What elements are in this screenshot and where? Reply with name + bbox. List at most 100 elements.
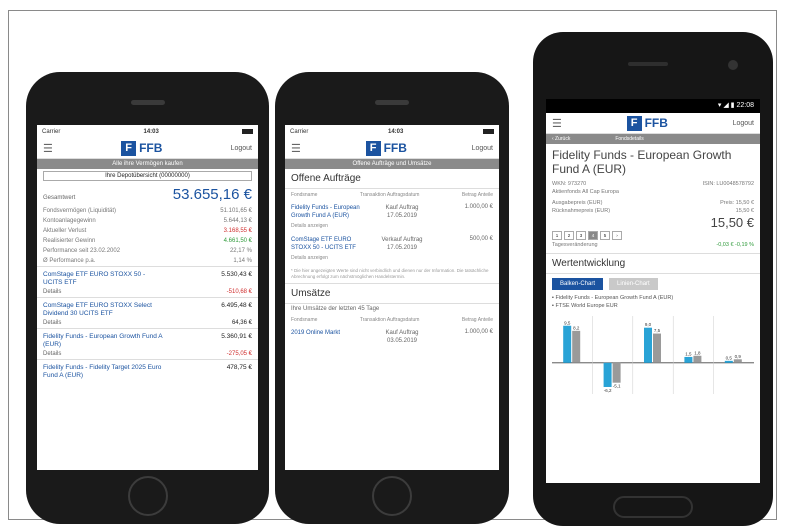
bar-fund[interactable] <box>563 325 572 363</box>
summary-value: 5.644,13 € <box>223 218 252 224</box>
open-orders-title: Offene Aufträge <box>285 169 499 189</box>
bar-fund[interactable] <box>724 360 733 363</box>
line-chart-button[interactable]: Linien-Chart <box>609 278 658 290</box>
bar-value-label: 0,9 <box>735 354 742 359</box>
app-bar: ☰ F FFB Logout <box>285 138 499 159</box>
fund-detail-row: Details -510,68 € <box>43 289 252 295</box>
page-button[interactable]: 4 <box>588 231 598 240</box>
sub-navigation: ‹ Zurück Fondsdetails <box>546 134 760 144</box>
turnover-subtitle: Ihre Umsätze der letzten 45 Tage <box>291 306 380 312</box>
summary-list: Fondsvermögen (Liquidität) 51.101,65 € Kon… <box>37 206 258 266</box>
fund-item[interactable]: Fidelity Funds - European Growth Fund A … <box>37 328 258 359</box>
summary-row: Realisierter Gewinn 4.661,50 € <box>37 236 258 246</box>
order-fund-name[interactable]: Fidelity Funds - European Growth Fund A … <box>291 204 361 220</box>
bar-index[interactable] <box>572 330 581 363</box>
fund-name[interactable]: Fidelity Funds - European Growth Fund A … <box>43 333 163 349</box>
order-date: 17.05.2019 <box>386 245 418 251</box>
total-value: 53.655,16 € <box>172 186 252 203</box>
pagination: 1 2 3 4 5 › <box>546 230 760 241</box>
daily-change-value: -0,03 € <box>716 242 734 248</box>
page-button[interactable]: 1 <box>552 231 562 240</box>
bar-chart-button[interactable]: Balken-Chart <box>552 278 604 290</box>
page-button[interactable]: 5 <box>600 231 610 240</box>
details-link[interactable]: Details <box>43 320 61 326</box>
order-amount: 500,00 € <box>469 236 493 242</box>
speaker <box>375 100 409 105</box>
order-transaction: Kauf Auftrag 17.05.2019 <box>372 204 432 220</box>
performance-bar-chart: 9,58,2 -6,2-5,1 9,07,5 1,5 1,8 0,5 0,9 <box>552 316 754 394</box>
home-button[interactable] <box>613 496 693 518</box>
bar-value-label: 1,8 <box>694 350 701 355</box>
summary-value: 3.168,55 € <box>223 228 252 234</box>
page-header: Alle ihre Vermögen kaufen <box>37 159 258 169</box>
bar-index[interactable] <box>612 362 621 383</box>
daily-change-pct: -0,19 % <box>735 242 754 248</box>
summary-row: Performance seit 23.02.2002 22,17 % <box>37 246 258 256</box>
fund-name[interactable]: Fidelity Funds - Fidelity Target 2025 Eu… <box>43 364 163 380</box>
bar-fund[interactable] <box>603 362 612 387</box>
menu-icon[interactable]: ☰ <box>552 117 562 130</box>
chart-type-toggle: Balken-Chart Linien-Chart <box>546 274 760 294</box>
home-button[interactable] <box>372 476 412 516</box>
depot-selector[interactable]: Ihre Depotübersicht (00000000) <box>43 171 252 181</box>
screen-orders: Carrier 14:03 ☰ F FFB Logout Offene Auftr… <box>285 125 499 470</box>
order-amount: 1.000,00 € <box>464 204 493 210</box>
bar-value-label: 8,2 <box>573 325 580 330</box>
turnover-fund-name[interactable]: 2019 Online Markt <box>291 329 361 345</box>
order-row[interactable]: ComStage ETF EURO STOXX 50 - UCITS ETF Ve… <box>285 233 499 255</box>
logout-link[interactable]: Logout <box>472 145 493 152</box>
fund-name[interactable]: ComStage ETF EURO STOXX Select Dividend … <box>43 302 163 318</box>
fund-change: 64,36 € <box>231 320 252 326</box>
bar-index[interactable] <box>733 359 742 363</box>
details-link[interactable]: Details <box>43 351 61 357</box>
details-link[interactable]: Details <box>43 289 61 295</box>
fund-item[interactable]: ComStage ETF EURO STOXX 50 - UCITS ETF 5.… <box>37 266 258 297</box>
logout-link[interactable]: Logout <box>231 145 252 152</box>
order-fund-name[interactable]: ComStage ETF EURO STOXX 50 - UCITS ETF <box>291 236 361 252</box>
summary-row: Kontoanlagegewinn 5.644,13 € <box>37 216 258 226</box>
fund-change: -275,05 € <box>226 351 252 357</box>
fund-value: 5.530,43 € <box>221 271 252 278</box>
logout-link[interactable]: Logout <box>733 120 754 127</box>
menu-icon[interactable]: ☰ <box>291 142 301 155</box>
orders-table-header: Fondsname Transaktion Auftragsdatum Betr… <box>285 189 499 201</box>
details-link[interactable]: Details anzeigen <box>285 223 499 233</box>
issue-price-value: Preis: 15,50 € <box>720 200 754 206</box>
redemption-price-label: Rücknahmepreis (EUR) <box>552 208 611 214</box>
summary-label: Aktueller Verlust <box>43 228 87 234</box>
turnover-title: Umsätze <box>285 283 499 304</box>
fund-item[interactable]: ComStage ETF EURO STOXX Select Dividend … <box>37 297 258 328</box>
order-transaction: Verkauf Auftrag 17.05.2019 <box>372 236 432 252</box>
ffb-logo: F FFB <box>121 140 162 156</box>
turnover-row[interactable]: 2019 Online Markt Kauf Auftrag 03.05.2019 1… <box>285 326 499 348</box>
bar-value-label: 1,5 <box>685 351 692 356</box>
subnav-title: Fondsdetails <box>615 136 644 142</box>
bar-fund[interactable] <box>684 356 693 363</box>
android-status-bar: ▾ ◢ ▮ 22:08 <box>546 99 760 113</box>
back-link[interactable]: ‹ Zurück <box>552 136 570 142</box>
battery-icon <box>241 129 253 134</box>
summary-label: Ø Performance p.a. <box>43 258 96 264</box>
page-button[interactable]: 3 <box>576 231 586 240</box>
bar-index[interactable] <box>653 333 661 363</box>
page-button[interactable]: 2 <box>564 231 574 240</box>
fund-value: 5.360,91 € <box>221 333 252 340</box>
menu-icon[interactable]: ☰ <box>43 142 53 155</box>
fund-item[interactable]: Fidelity Funds - Fidelity Target 2025 Eu… <box>37 359 258 384</box>
status-bar: Carrier 14:03 <box>285 125 499 138</box>
turnover-transaction: Kauf Auftrag 03.05.2019 <box>372 329 432 345</box>
fund-detail-row: Details 64,36 € <box>43 320 252 326</box>
bar-fund[interactable] <box>644 327 652 363</box>
orders-list: Fidelity Funds - European Growth Fund A … <box>285 201 499 265</box>
home-button[interactable] <box>127 476 168 516</box>
turnover-list: 2019 Online Markt Kauf Auftrag 03.05.2019 1… <box>285 326 499 348</box>
turnover-type: Kauf Auftrag <box>385 330 419 336</box>
screen-fund-detail: ▾ ◢ ▮ 22:08 ☰ F FFB Logout ‹ Zurück Fonds… <box>546 99 760 483</box>
redemption-price-value: 15,50 € <box>735 208 754 214</box>
fund-name[interactable]: ComStage ETF EURO STOXX 50 - UCITS ETF <box>43 271 163 287</box>
order-row[interactable]: Fidelity Funds - European Growth Fund A … <box>285 201 499 223</box>
page-button[interactable]: › <box>612 231 622 240</box>
bar-index[interactable] <box>693 355 702 363</box>
ffb-logo: F FFB <box>365 140 407 156</box>
details-link[interactable]: Details anzeigen <box>285 255 499 265</box>
